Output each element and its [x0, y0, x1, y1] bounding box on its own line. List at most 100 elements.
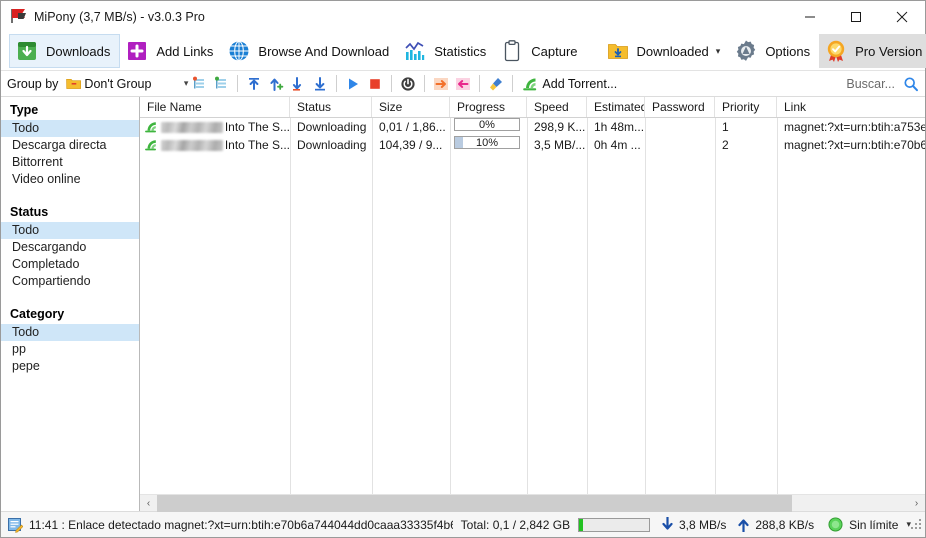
move-left-icon[interactable]	[452, 73, 474, 95]
status-bar: 11:41 : Enlace detectado magnet:?xt=urn:…	[1, 511, 925, 537]
search-icon[interactable]	[903, 76, 919, 92]
column-header-estimated[interactable]: Estimated	[587, 97, 645, 117]
sidebar-item-status-descargando[interactable]: Descargando	[1, 239, 139, 256]
move-up-icon[interactable]	[265, 73, 287, 95]
statistics-icon	[403, 39, 427, 63]
search-area	[753, 71, 919, 97]
main-toolbar: Downloads Add Links Browse And Download …	[1, 32, 926, 71]
column-header-progress[interactable]: Progress	[450, 97, 527, 117]
sidebar-item-status-completado[interactable]: Completado	[1, 256, 139, 273]
ribbon-item-browse-and-download[interactable]: Browse And Download	[222, 34, 398, 68]
downloads-table: File Name Status Size Progress Speed Est…	[140, 97, 925, 512]
window-controls	[787, 1, 925, 32]
status-message: 11:41 : Enlace detectado magnet:?xt=urn:…	[29, 517, 453, 532]
table-row[interactable]: Into The S... Downloading 0,01 / 1,86...…	[140, 118, 925, 136]
column-header-file-name[interactable]: File Name	[140, 97, 290, 117]
add-torrent-button[interactable]: Add Torrent...	[518, 76, 621, 92]
sidebar-heading-type: Type	[10, 103, 39, 117]
scrollbar-track[interactable]	[157, 494, 908, 512]
column-divider-4	[527, 118, 528, 494]
horizontal-scrollbar[interactable]: ‹ ›	[140, 494, 925, 512]
column-divider-7	[715, 118, 716, 494]
resize-grip[interactable]	[910, 518, 922, 531]
sidebar-group-status: Status Todo Descargando Completado Compa…	[1, 202, 139, 290]
cell-status: Downloading	[297, 138, 367, 152]
cell-speed: 3,5 MB/...	[534, 138, 586, 152]
ribbon-item-downloads[interactable]: Downloads	[9, 34, 121, 68]
column-header-priority[interactable]: Priority	[715, 97, 777, 117]
column-header-password[interactable]: Password	[645, 97, 715, 117]
power-icon[interactable]	[397, 73, 419, 95]
disk-usage-fill	[579, 518, 584, 531]
sidebar-group-category: Category Todo pp pepe	[1, 304, 139, 375]
speed-limit-selector[interactable]: Sin límite ▾	[828, 517, 911, 532]
sidebar-item-status-compartiendo[interactable]: Compartiendo	[1, 273, 139, 290]
stop-icon[interactable]	[364, 73, 386, 95]
group-by-dropdown[interactable]: Don't Group ▾	[66, 77, 188, 91]
toolbar2-divider-1	[237, 75, 239, 92]
sidebar-item-category-pp[interactable]: pp	[1, 341, 139, 358]
sidebar-item-type-video-online[interactable]: Video online	[1, 171, 139, 188]
window-title: MiPony (3,7 MB/s) - v3.0.3 Pro	[34, 9, 205, 24]
toolbar2-divider-3	[391, 75, 393, 92]
column-divider-6	[645, 118, 646, 494]
ribbon-item-statistics[interactable]: Statistics	[398, 34, 495, 68]
clean-icon[interactable]	[485, 73, 507, 95]
move-down-icon[interactable]	[287, 73, 309, 95]
folder-down-icon	[606, 39, 630, 63]
ribbon-label-add-links: Add Links	[156, 43, 214, 59]
ribbon-item-capture[interactable]: Capture	[495, 34, 586, 68]
column-header-size[interactable]: Size	[372, 97, 450, 117]
upload-arrow-icon	[738, 517, 749, 532]
cell-estimated: 0h 4m ...	[594, 138, 641, 152]
upload-rate-value: 288,8 KB/s	[755, 517, 815, 532]
sidebar-item-type-bittorrent[interactable]: Bittorrent	[1, 154, 139, 171]
progress-label: 0%	[479, 119, 495, 131]
speed-limit-label: Sin límite	[849, 517, 899, 532]
sidebar-item-type-descarga-directa[interactable]: Descarga directa	[1, 137, 139, 154]
close-button[interactable]	[879, 1, 925, 32]
search-input[interactable]	[753, 76, 903, 92]
scrollbar-thumb[interactable]	[157, 494, 792, 512]
table-body: Into The S... Downloading 0,01 / 1,86...…	[140, 118, 925, 494]
title-bar: MiPony (3,7 MB/s) - v3.0.3 Pro	[1, 1, 925, 32]
toolbar2-divider-4	[424, 75, 426, 92]
cell-speed: 298,9 K...	[534, 120, 586, 134]
ribbon-item-downloaded[interactable]: Downloaded ▾	[601, 34, 730, 68]
sidebar-group-type: Type Todo Descarga directa Bittorrent Vi…	[1, 100, 139, 188]
scroll-left-button[interactable]: ‹	[140, 495, 157, 512]
sidebar-item-category-todo[interactable]: Todo	[1, 324, 139, 341]
scroll-right-button[interactable]: ›	[908, 495, 925, 512]
collapse-all-icon[interactable]	[188, 73, 210, 95]
cell-progress: 10%	[450, 136, 527, 154]
log-icon[interactable]	[7, 517, 23, 533]
cell-file-name: Into The S...	[140, 136, 290, 154]
chevron-down-icon[interactable]: ▾	[716, 46, 721, 56]
expand-all-icon[interactable]	[210, 73, 232, 95]
ribbon-item-pro-version[interactable]: Pro Version ▾	[819, 34, 926, 68]
table-header-row: File Name Status Size Progress Speed Est…	[140, 97, 925, 118]
column-header-speed[interactable]: Speed	[527, 97, 587, 117]
download-rate-value: 3,8 MB/s	[679, 517, 727, 532]
ribbon-label-statistics: Statistics	[434, 43, 487, 59]
maximize-button[interactable]	[833, 1, 879, 32]
sidebar-item-status-todo[interactable]: Todo	[1, 222, 139, 239]
ribbon-item-add-links[interactable]: Add Links	[120, 34, 222, 68]
table-row[interactable]: Into The S... Downloading 104,39 / 9... …	[140, 136, 925, 154]
column-header-status[interactable]: Status	[290, 97, 372, 117]
minimize-button[interactable]	[787, 1, 833, 32]
move-to-top-icon[interactable]	[243, 73, 265, 95]
move-to-bottom-icon[interactable]	[309, 73, 331, 95]
ribbon-label-downloads: Downloads	[46, 43, 111, 59]
ribbon-item-options[interactable]: Options	[729, 34, 819, 68]
file-name-suffix: Into The S...	[224, 138, 290, 152]
sidebar-item-type-todo[interactable]: Todo	[1, 120, 139, 137]
start-icon[interactable]	[342, 73, 364, 95]
move-right-icon[interactable]	[430, 73, 452, 95]
torrent-icon	[522, 76, 538, 92]
sidebar-item-category-pepe[interactable]: pepe	[1, 358, 139, 375]
cell-link: magnet:?xt=urn:btih:e70b6a7	[784, 138, 925, 152]
ribbon-label-capture: Capture	[531, 43, 578, 59]
column-header-link[interactable]: Link	[777, 97, 925, 117]
